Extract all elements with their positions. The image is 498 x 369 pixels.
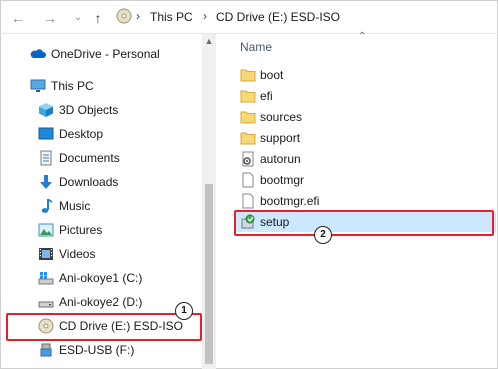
list-item-boot[interactable]: boot [236,65,496,85]
cube-icon [39,103,53,117]
sidebar-item-label: Desktop [59,127,104,141]
film-icon [39,248,53,260]
highlight-cd-drive [6,313,202,341]
list-item-support[interactable]: support [236,128,496,148]
sidebar-item-downloads[interactable]: Downloads [0,171,216,193]
list-item-autorun[interactable]: autorun [236,149,496,169]
step-badge-1: 1 [175,302,193,320]
file-list: Name ⌃ boot efi sources support autorun [222,31,498,369]
sidebar-item-3d-objects[interactable]: 3D Objects [0,99,216,121]
back-arrow-icon[interactable]: ← [10,10,26,26]
sidebar-item-label: Ani-okoye2 (D:) [59,295,143,309]
sidebar-item-label: Music [59,199,91,213]
file-icon [242,172,254,188]
folder-icon [240,111,256,124]
sidebar-item-pictures[interactable]: Pictures [0,219,216,241]
forward-arrow-icon[interactable]: → [42,10,58,26]
breadcrumb-separator-icon: › [136,9,140,23]
sidebar-item-videos[interactable]: Videos [0,243,216,265]
sidebar-scrollbar[interactable]: ▲ [202,34,216,369]
windows-drive-icon [38,272,54,285]
sidebar-item-onedrive[interactable]: OneDrive - Personal [0,43,216,65]
list-item-sources[interactable]: sources [236,107,496,127]
file-name: bootmgr [260,173,305,187]
recent-chevron-icon[interactable]: ⌄ [70,10,86,26]
drive-icon [38,301,54,308]
download-arrow-icon [40,175,52,189]
document-icon [40,150,52,166]
sidebar-item-drive-c[interactable]: Ani-okoye1 (C:) [0,267,216,289]
up-arrow-icon[interactable]: ↑ [90,10,106,26]
list-item-bootmgr[interactable]: bootmgr [236,170,496,190]
sidebar-item-label: 3D Objects [59,103,119,117]
step-badge-2: 2 [314,226,332,244]
music-note-icon [41,199,52,213]
sidebar-item-documents[interactable]: Documents [0,147,216,169]
sidebar-item-label: This PC [51,79,94,93]
scrollbar-thumb[interactable] [205,184,213,364]
highlight-setup [234,210,494,236]
folder-icon [240,132,256,145]
breadcrumb-separator-icon: › [203,9,207,23]
sidebar-item-music[interactable]: Music [0,195,216,217]
file-name: bootmgr.efi [260,194,320,208]
cloud-icon [30,49,46,58]
file-name: efi [260,89,273,103]
address-bar: ← → ⌄ ↑ › This PC › CD Drive (E:) ESD-IS… [0,0,498,34]
file-name: boot [260,68,284,82]
settings-file-icon [242,151,254,167]
sidebar-item-label: Ani-okoye1 (C:) [59,271,143,285]
sort-up-icon: ⌃ [358,31,367,42]
file-name: support [260,131,301,145]
picture-icon [38,223,54,237]
breadcrumb-drive[interactable]: CD Drive (E:) ESD-ISO [216,10,340,24]
usb-drive-icon [40,343,52,357]
sidebar-item-label: Downloads [59,175,119,189]
list-item-bootmgr-efi[interactable]: bootmgr.efi [236,191,496,211]
sidebar-item-label: OneDrive - Personal [51,47,160,61]
scroll-up-icon[interactable]: ▲ [204,36,214,46]
cd-disc-icon [116,8,132,24]
desktop-icon [38,127,54,140]
folder-icon [240,69,256,82]
sidebar-item-desktop[interactable]: Desktop [0,123,216,145]
file-name: autorun [260,152,301,166]
list-item-efi[interactable]: efi [236,86,496,106]
sidebar-item-label: Pictures [59,223,103,237]
file-icon [242,193,254,209]
folder-icon [240,90,256,103]
monitor-icon [30,79,46,92]
file-name: sources [260,110,303,124]
sidebar-item-label: ESD-USB (F:) [59,343,135,357]
sidebar-item-label: Videos [59,247,96,261]
breadcrumb-this-pc[interactable]: This PC [150,10,193,24]
sidebar-item-usb[interactable]: ESD-USB (F:) [0,339,216,361]
sidebar-item-label: Documents [59,151,120,165]
column-header-name[interactable]: Name [240,40,272,54]
sidebar-item-this-pc[interactable]: This PC [0,75,216,97]
